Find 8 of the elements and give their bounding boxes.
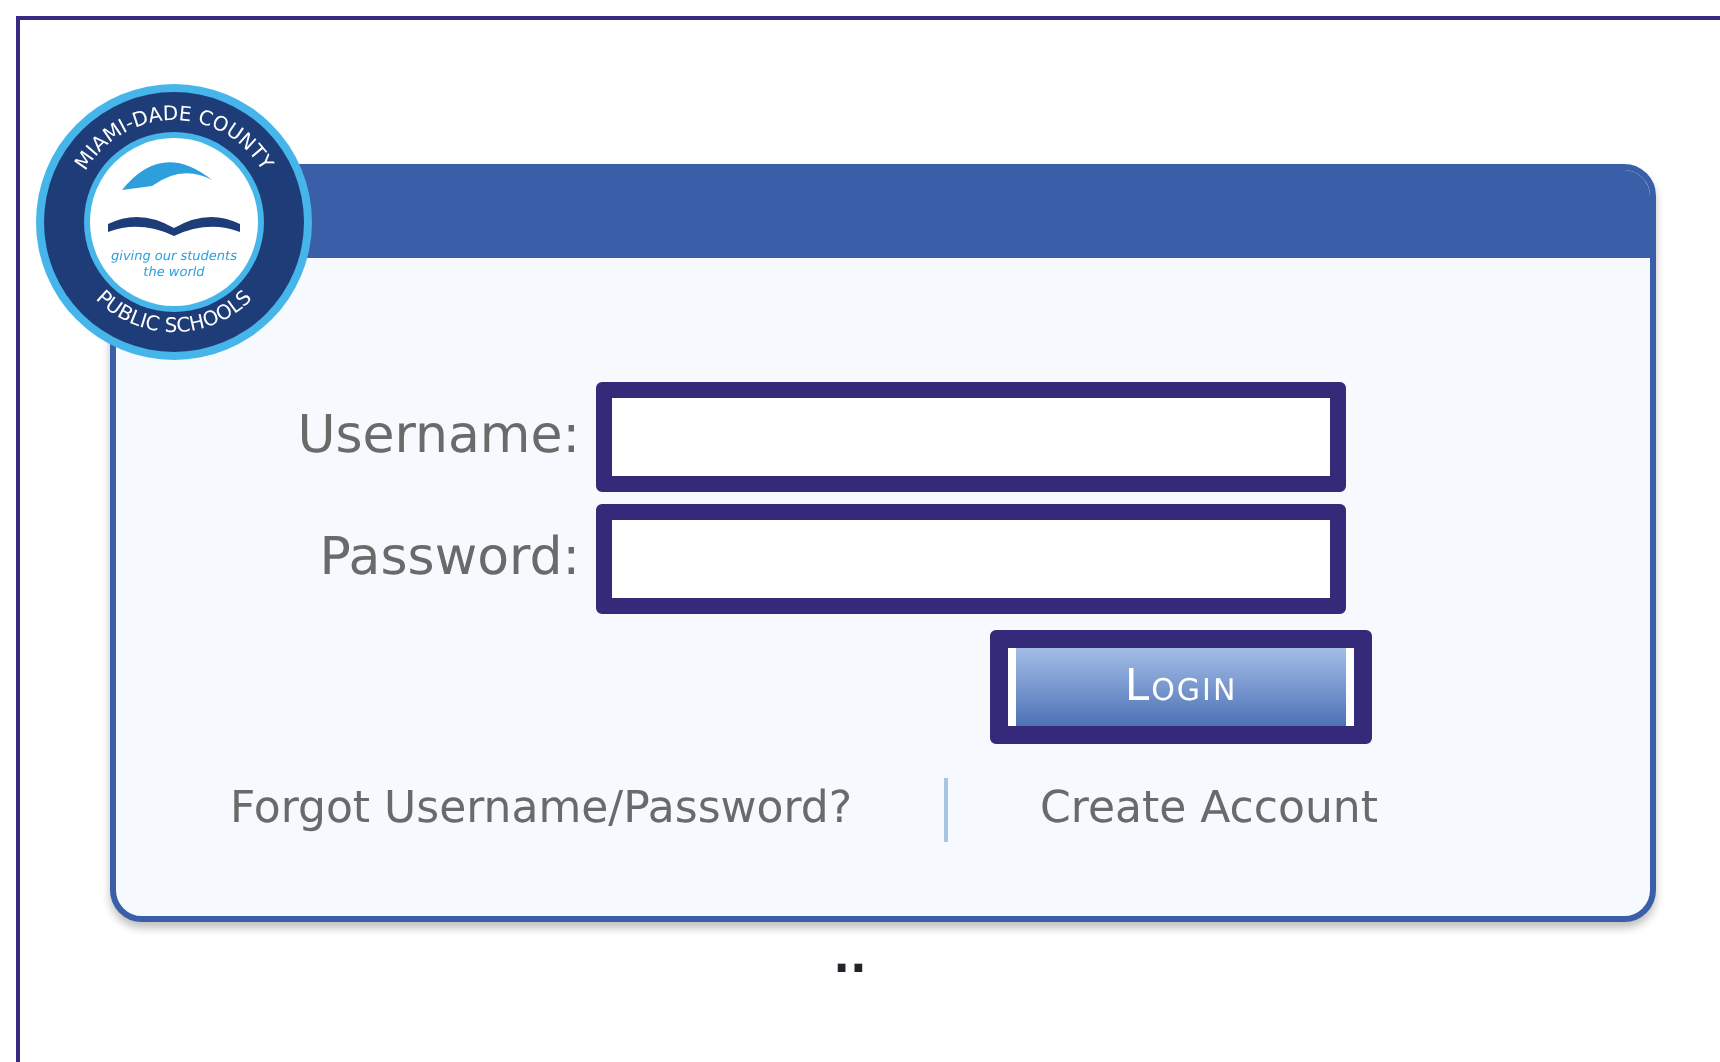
field-label: Username:	[295, 404, 582, 470]
password-field[interactable]	[596, 504, 1346, 614]
field-label: Password:	[317, 526, 582, 592]
create-account-link[interactable]: Create Account	[1040, 776, 1378, 842]
dots-text: ..	[833, 938, 867, 982]
username-field[interactable]	[596, 382, 1346, 492]
login-button[interactable]: Login	[1016, 648, 1346, 726]
forgot-credentials-link[interactable]: Forgot Username/Password?	[230, 776, 853, 842]
